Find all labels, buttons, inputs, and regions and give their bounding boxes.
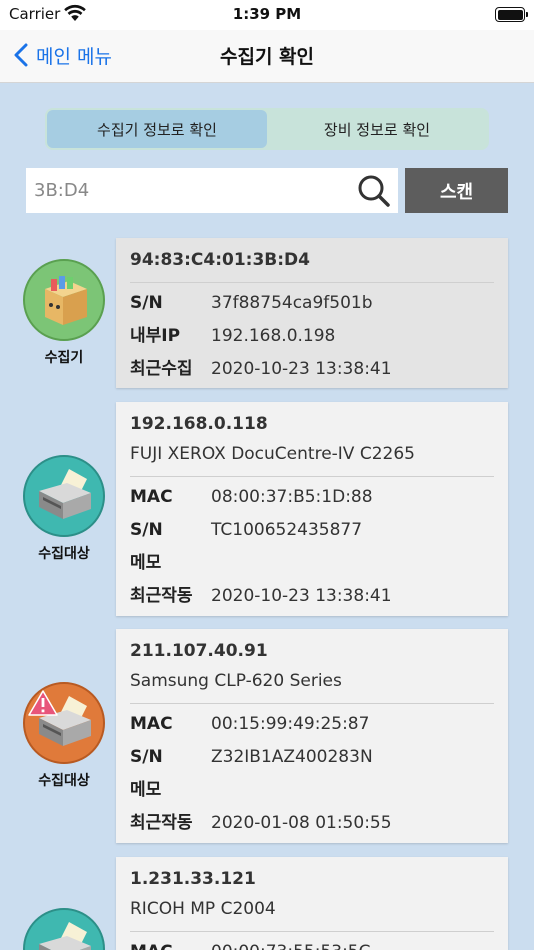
tab-collector-info[interactable]: 수집기 정보로 확인 xyxy=(47,110,267,148)
device-label: 수집대상 xyxy=(38,546,90,562)
info-row: S/N 37f88754ca9f501b xyxy=(130,293,373,313)
device-model: Samsung CLP-620 Series xyxy=(130,671,342,691)
box-collector-icon xyxy=(45,276,87,325)
info-row: MAC00:00:73:55:53:5C xyxy=(130,936,494,950)
clock: 1:39 PM xyxy=(232,5,302,23)
page-title: 수집기 확인 xyxy=(219,46,314,68)
divider xyxy=(130,476,494,477)
divider xyxy=(130,931,494,932)
info-row: 최근작동 2020-10-23 13:38:41 xyxy=(130,586,392,606)
device-avatar xyxy=(23,908,105,950)
device-ip: 192.168.0.118 xyxy=(130,414,268,434)
tab-device-info[interactable]: 장비 정보로 확인 xyxy=(267,110,487,148)
info-row: MAC 00:15:99:49:25:87 xyxy=(130,714,370,734)
divider xyxy=(130,703,494,704)
device-avatar xyxy=(23,455,105,537)
segmented-control: 수집기 정보로 확인 장비 정보로 확인 xyxy=(45,108,489,150)
collector-label: 수집기 xyxy=(44,350,84,366)
info-row: S/N Z32IB1AZ400283N xyxy=(130,747,373,767)
navigation-bar: 메인 메뉴 수집기 확인 xyxy=(0,30,534,83)
device-card[interactable]: 192.168.0.118 FUJI XEROX DocuCentre-IV C… xyxy=(116,402,508,616)
status-bar: Carrier 1:39 PM xyxy=(0,0,534,30)
device-ip: 1.231.33.121 xyxy=(130,869,256,889)
printer-icon xyxy=(39,922,91,950)
collector-card[interactable]: 94:83:C4:01:3B:D4 S/N 37f88754ca9f501b 내부… xyxy=(116,238,508,388)
info-row: S/N TC100652435877 xyxy=(130,520,363,540)
info-row: 메모 xyxy=(130,780,162,800)
device-card[interactable]: 211.107.40.91 Samsung CLP-620 Series MAC… xyxy=(116,629,508,843)
battery-icon xyxy=(495,7,525,22)
device-ip: 211.107.40.91 xyxy=(130,641,268,661)
info-row: MAC 08:00:37:B5:1D:88 xyxy=(130,487,373,507)
printer-icon xyxy=(39,469,91,519)
collector-mac: 94:83:C4:01:3B:D4 xyxy=(130,250,310,270)
info-row: 메모 xyxy=(130,553,162,573)
device-card[interactable]: 1.231.33.121 RICOH MP C2004 MAC00:00:73:… xyxy=(116,857,508,950)
divider xyxy=(130,282,494,283)
search-box xyxy=(26,168,398,213)
warning-icon xyxy=(28,690,58,716)
device-model: RICOH MP C2004 xyxy=(130,899,276,919)
search-input[interactable] xyxy=(26,168,354,213)
info-row: 내부IP 192.168.0.198 xyxy=(130,326,336,346)
device-label: 수집대상 xyxy=(38,773,90,789)
info-row: 최근작동 2020-01-08 01:50:55 xyxy=(130,813,392,833)
search-icon[interactable] xyxy=(354,171,394,211)
collector-avatar xyxy=(23,259,105,341)
scan-button[interactable]: 스캔 xyxy=(405,168,508,213)
device-model: FUJI XEROX DocuCentre-IV C2265 xyxy=(130,444,415,464)
battery-cap xyxy=(526,12,528,17)
info-row: 최근수집 2020-10-23 13:38:41 xyxy=(130,359,392,379)
